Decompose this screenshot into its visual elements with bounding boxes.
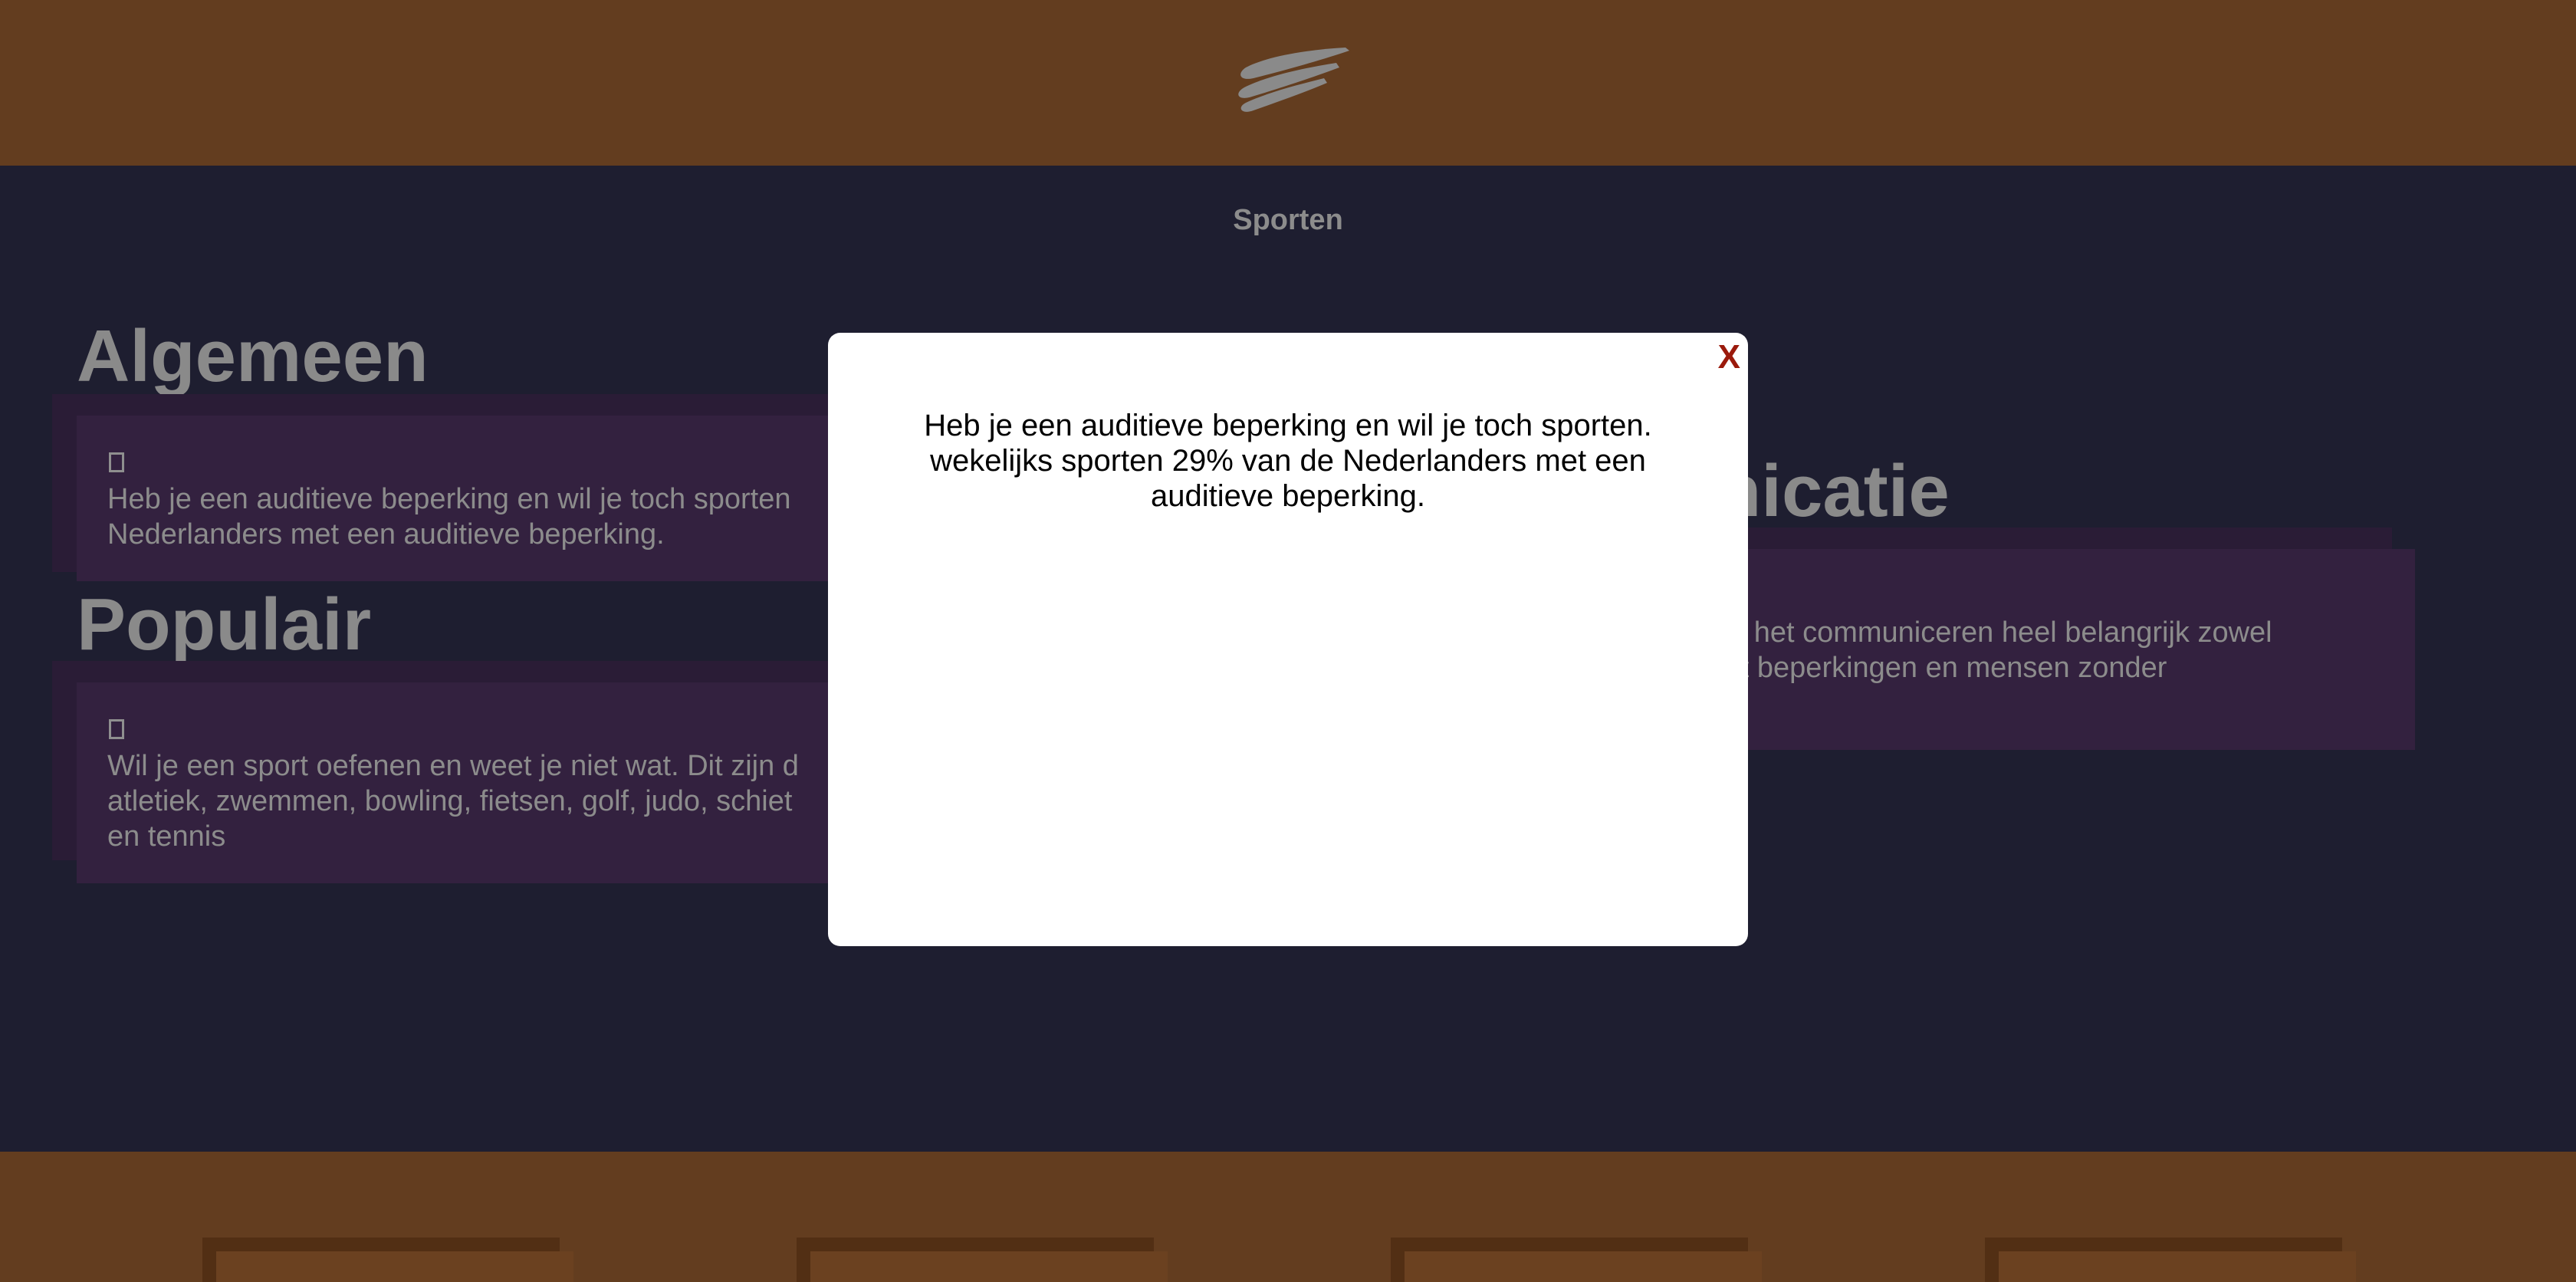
nav-link-sporten[interactable]: Sporten [0,204,2576,237]
modal-message-line: auditieve beperking. [1150,479,1426,513]
site-header [0,0,2576,166]
card-text-line: en tennis [107,820,226,853]
card-text-line: n is het communiceren heel belangrijk zo… [1700,616,2272,649]
card-text-line: Nederlanders met een auditieve beperking… [107,518,665,551]
card-text-line: Wil je een sport oefenen en weet je niet… [107,750,799,782]
wing-logo-icon[interactable] [1223,44,1353,115]
footer-item[interactable] [1405,1251,1762,1282]
card-text-line: Heb je een auditieve beperking en wil je… [107,483,791,515]
info-modal: X Heb je een auditieve beperking en wil … [828,333,1748,946]
modal-message-line: Heb je een auditieve beperking en wil je… [924,409,1652,442]
modal-message-line: wekelijks sporten 29% van de Nederlander… [930,444,1646,478]
modal-message: Heb je een auditieve beperking en wil je… [897,408,1679,514]
square-icon [109,452,124,472]
card-text-line: atletiek, zwemmen, bowling, fietsen, gol… [107,785,793,817]
square-icon [109,719,124,739]
footer-item[interactable] [216,1251,573,1282]
card-text-line: met beperkingen en mensen zonder [1700,652,2167,684]
close-button[interactable]: X [1718,340,1740,374]
section-title-algemeen: Algemeen [77,315,429,397]
section-title-populair: Populair [77,583,372,666]
footer-item[interactable] [1999,1251,2356,1282]
footer-item[interactable] [810,1251,1168,1282]
